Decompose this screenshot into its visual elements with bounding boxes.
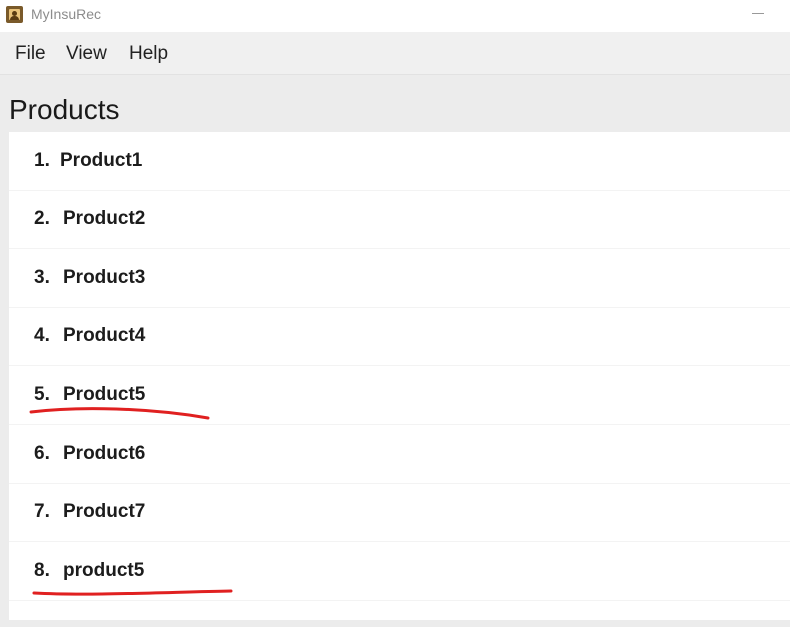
item-index: 1.: [34, 150, 50, 171]
item-index: 6.: [34, 443, 50, 464]
list-item[interactable]: 4. Product4: [9, 307, 790, 366]
item-name: product5: [63, 560, 145, 581]
menu-file[interactable]: File: [15, 43, 46, 65]
list-item[interactable]: 7. Product7: [9, 483, 790, 542]
page-title: Products: [9, 94, 120, 125]
list-item[interactable]: 8. product5: [9, 542, 790, 601]
item-name: Product3: [63, 267, 146, 288]
item-index: 5.: [34, 384, 50, 405]
item-name: Product1: [60, 150, 143, 171]
title-bar: MyInsuRec: [0, 0, 790, 32]
minimize-icon: [752, 13, 764, 14]
item-index: 4.: [34, 325, 50, 346]
item-name: Product5: [63, 384, 146, 405]
minimize-button[interactable]: [743, 4, 773, 26]
menu-bar: File View Help: [0, 32, 790, 75]
item-name: Product4: [63, 325, 146, 346]
item-name: Product7: [63, 501, 146, 522]
menu-view[interactable]: View: [66, 43, 107, 65]
window-title: MyInsuRec: [31, 6, 102, 22]
item-index: 7.: [34, 501, 50, 522]
list-item[interactable]: 2. Product2: [9, 190, 790, 249]
list-item[interactable]: 5. Product5: [9, 366, 790, 425]
item-name: Product2: [63, 208, 146, 229]
item-index: 8.: [34, 560, 50, 581]
app-logo-icon: [6, 6, 23, 23]
menu-help[interactable]: Help: [129, 43, 168, 65]
list-item[interactable]: 6. Product6: [9, 425, 790, 484]
item-index: 3.: [34, 267, 50, 288]
list-item[interactable]: 1. Product1: [9, 132, 790, 191]
list-item[interactable]: 3. Product3: [9, 249, 790, 308]
item-index: 2.: [34, 208, 50, 229]
item-name: Product6: [63, 443, 146, 464]
product-list: 1. Product1 2. Product2 3. Product3 4. P…: [9, 132, 790, 620]
